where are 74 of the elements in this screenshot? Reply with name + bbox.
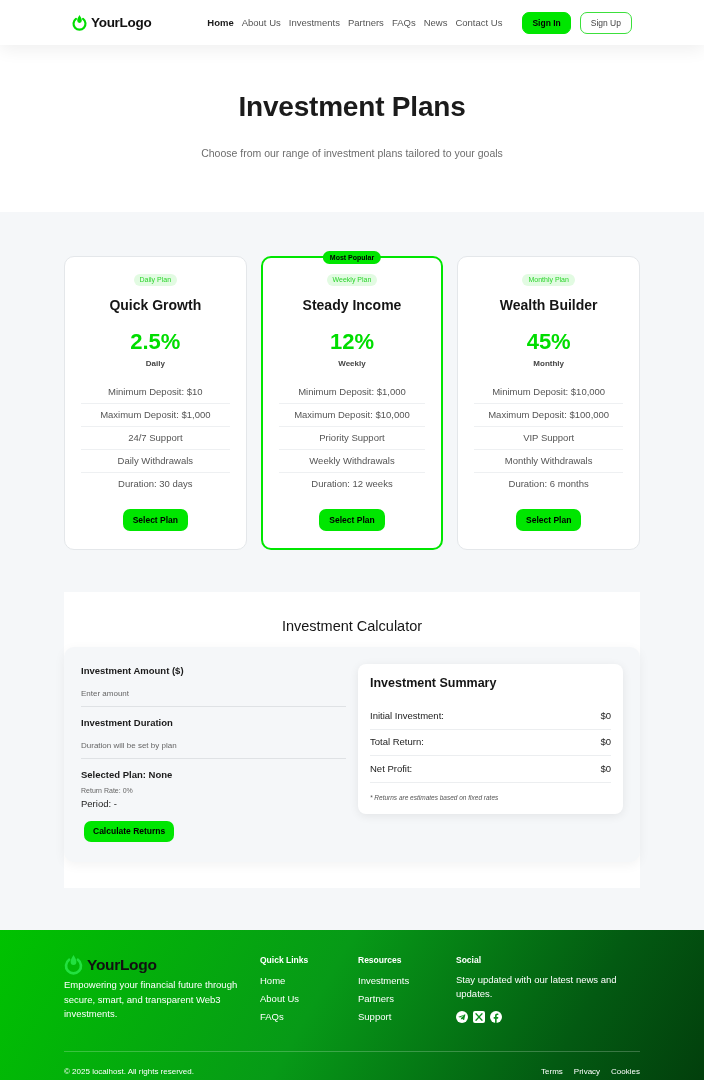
footer-link[interactable]: Investments xyxy=(358,974,456,987)
footer-heading: Social xyxy=(456,955,483,966)
input-field[interactable]: Duration will be set by plan xyxy=(81,733,346,759)
plan-feature: Maximum Deposit: $100,000 xyxy=(474,404,623,427)
copyright-text: © 2025 localhost. All rights reserved. xyxy=(64,1066,194,1077)
plan-period: Monthly xyxy=(533,359,564,369)
page-subtitle: Choose from our range of investment plans tailored to your goals xyxy=(201,146,503,160)
footer-heading: Resources xyxy=(358,955,403,966)
page-title: Investment Plans xyxy=(238,90,466,124)
plan-feature: Weekly Withdrawals xyxy=(278,450,426,473)
plan-feature: Minimum Deposit: $1,000 xyxy=(278,381,426,404)
legal-link[interactable]: Privacy xyxy=(573,1066,601,1077)
plan-title: Wealth Builder xyxy=(499,297,598,314)
nav-link[interactable]: Contact Us xyxy=(455,16,503,29)
summary-label: Initial Investment: xyxy=(370,708,444,723)
footer-link[interactable]: Support xyxy=(358,1010,456,1023)
plan-feature: Maximum Deposit: $10,000 xyxy=(278,404,426,427)
f-circle-icon[interactable] xyxy=(490,1010,502,1023)
paper-plane-icon[interactable] xyxy=(456,1010,468,1023)
footer-heading: Quick Links xyxy=(260,955,310,966)
plan-feature: Maximum Deposit: $1,000 xyxy=(81,404,230,427)
sign-in-button[interactable]: Sign In xyxy=(522,11,571,34)
plan-feature: Duration: 12 weeks xyxy=(310,477,394,491)
nav-link[interactable]: Partners xyxy=(347,16,384,29)
plan-title: Quick Growth xyxy=(109,297,202,314)
legal-link[interactable]: Terms xyxy=(541,1066,563,1077)
summary-value: $0 xyxy=(600,735,611,750)
plan-feature: Duration: 6 months xyxy=(507,477,590,491)
select-plan-button[interactable]: Select Plan xyxy=(122,509,188,531)
nav-link[interactable]: Investments xyxy=(288,16,340,29)
plan-period: Weekly xyxy=(338,359,366,369)
brand-name[interactable]: YourLogo xyxy=(87,956,157,974)
selected-plan-text: Selected Plan: None xyxy=(81,768,174,782)
plan-rate: 45% xyxy=(526,329,571,355)
logo-icon xyxy=(64,955,83,975)
nav-link[interactable]: Home xyxy=(207,16,234,29)
summary-value: $0 xyxy=(600,761,611,776)
plan-feature: VIP Support xyxy=(474,427,623,450)
plan-feature: Priority Support xyxy=(278,427,426,450)
nav-link[interactable]: About Us xyxy=(241,16,281,29)
field-label: Investment Duration xyxy=(81,716,174,730)
summary-value: $0 xyxy=(600,708,611,723)
footer-link[interactable]: About Us xyxy=(260,992,358,1005)
calculate-button[interactable]: Calculate Returns xyxy=(84,821,175,842)
social-text: Stay updated with our latest news and updates. xyxy=(456,972,618,1001)
plan-feature: Daily Withdrawals xyxy=(81,450,230,473)
plan-feature: Monthly Withdrawals xyxy=(474,450,623,473)
footer-description: Empowering your financial future through secure, smart, and transparent Web3 investments. xyxy=(64,978,239,1021)
footer-link[interactable]: Partners xyxy=(358,992,456,1005)
plan-period: Daily xyxy=(145,359,165,369)
sign-up-button[interactable]: Sign Up xyxy=(579,11,632,34)
calculator-title: Investment Calculator xyxy=(281,617,423,635)
summary-label: Total Return: xyxy=(370,735,424,750)
plan-rate: 2.5% xyxy=(130,329,181,355)
plan-feature: Duration: 30 days xyxy=(117,477,194,491)
logo-icon xyxy=(72,14,87,31)
footer-link[interactable]: FAQs xyxy=(260,1010,358,1023)
nav-link[interactable]: News xyxy=(423,16,448,29)
select-plan-button[interactable]: Select Plan xyxy=(319,509,385,531)
plan-rate: 12% xyxy=(329,329,374,355)
input-field[interactable]: Enter amount xyxy=(81,681,346,707)
nav-link[interactable]: FAQs xyxy=(391,16,416,29)
legal-link[interactable]: Cookies xyxy=(611,1066,640,1077)
plan-feature: Minimum Deposit: $10 xyxy=(81,381,230,404)
brand-name[interactable]: YourLogo xyxy=(91,14,152,31)
period-text: Period: - xyxy=(81,797,118,810)
x-mark-icon[interactable] xyxy=(473,1010,485,1023)
summary-title: Investment Summary xyxy=(370,675,498,691)
plan-title: Steady Income xyxy=(302,297,402,314)
summary-label: Net Profit: xyxy=(370,761,413,776)
plan-feature: Minimum Deposit: $10,000 xyxy=(474,381,623,404)
select-plan-button[interactable]: Select Plan xyxy=(516,509,582,531)
plan-feature: 24/7 Support xyxy=(81,427,230,450)
field-label: Investment Amount ($) xyxy=(81,664,185,678)
